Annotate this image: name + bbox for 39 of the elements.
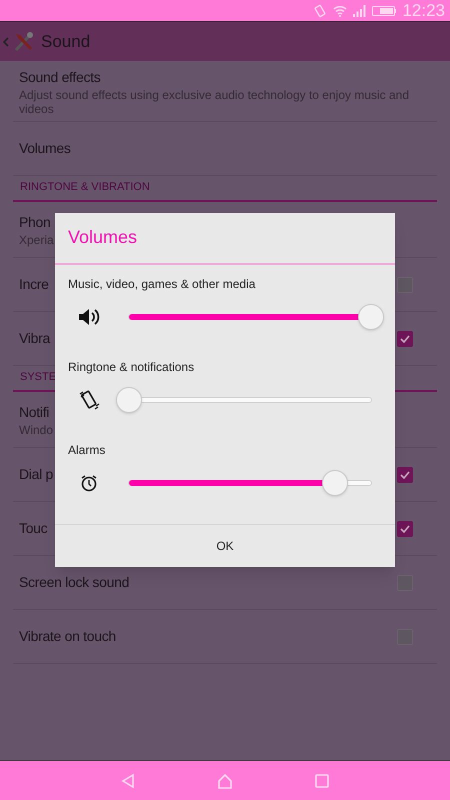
setting-title[interactable]: Incre bbox=[19, 274, 49, 295]
section-header: SYSTE bbox=[20, 370, 56, 384]
volume-label: Ringtone & notifications bbox=[68, 358, 196, 376]
back-icon[interactable] bbox=[3, 36, 9, 46]
setting-title[interactable]: Dial p bbox=[19, 464, 53, 485]
signal-icon bbox=[353, 4, 366, 16]
vibrate-icon bbox=[313, 4, 328, 18]
recent-apps-icon[interactable] bbox=[315, 774, 329, 788]
checkbox[interactable] bbox=[397, 466, 413, 482]
checkbox[interactable] bbox=[397, 330, 413, 346]
setting-title[interactable]: Notifi bbox=[19, 402, 54, 423]
setting-title[interactable]: Sound effects bbox=[19, 66, 413, 88]
section-header: RINGTONE & VIBRATION bbox=[20, 180, 150, 194]
vibrate-icon bbox=[78, 388, 100, 411]
home-icon[interactable] bbox=[217, 772, 233, 788]
setting-title[interactable]: Vibra bbox=[19, 328, 50, 349]
ok-button[interactable]: OK bbox=[55, 524, 395, 567]
tools-icon bbox=[13, 30, 35, 52]
wifi-icon bbox=[333, 4, 348, 16]
check-icon bbox=[400, 334, 410, 342]
setting-title[interactable]: Phon bbox=[19, 212, 54, 233]
alarm-clock-icon bbox=[80, 474, 98, 492]
slider-thumb[interactable] bbox=[322, 470, 348, 496]
dialog-title: Volumes bbox=[68, 226, 138, 250]
check-icon bbox=[400, 470, 410, 478]
setting-title[interactable]: Volumes bbox=[19, 138, 71, 159]
speaker-icon bbox=[78, 306, 100, 327]
volume-label: Music, video, games & other media bbox=[68, 276, 256, 293]
setting-title[interactable]: Screen lock sound bbox=[19, 572, 130, 593]
check-icon bbox=[400, 524, 410, 532]
battery-icon bbox=[372, 6, 396, 16]
slider-thumb[interactable] bbox=[116, 386, 142, 413]
screen-title: Sound bbox=[41, 30, 90, 53]
volume-label: Alarms bbox=[68, 442, 106, 459]
checkbox[interactable] bbox=[397, 520, 413, 536]
clock-time: 12:23 bbox=[402, 0, 445, 22]
setting-title[interactable]: Touc bbox=[19, 518, 48, 539]
setting-title[interactable]: Vibrate on touch bbox=[19, 626, 116, 647]
slider-thumb[interactable] bbox=[358, 304, 384, 330]
